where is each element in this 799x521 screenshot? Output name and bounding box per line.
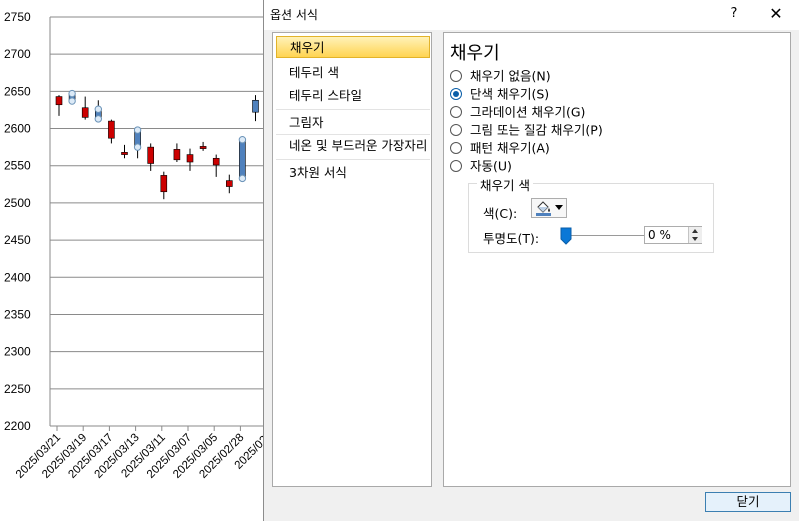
y-tick-label: 2450 — [4, 233, 31, 247]
y-tick-label: 2550 — [4, 159, 31, 173]
transparency-value: 0 % — [648, 228, 671, 242]
title-bar: 옵션 서식 ? ✕ — [264, 0, 799, 30]
transparency-input[interactable]: 0 % — [644, 226, 702, 244]
candle-body — [173, 149, 181, 161]
selection-handle — [133, 126, 142, 134]
selection-handle — [238, 136, 247, 144]
candle-body — [81, 107, 89, 118]
y-tick-label: 2650 — [4, 84, 31, 98]
radio-no-fill[interactable]: 채우기 없음(N) — [450, 67, 551, 85]
fill-color-group: 채우기 색 색(C): 투명도(T): 0 % — [468, 175, 714, 253]
candle-body — [212, 157, 220, 166]
radio-gradient-fill[interactable]: 그라데이션 채우기(G) — [450, 103, 585, 121]
selection-handle — [94, 105, 103, 113]
y-tick-label: 2350 — [4, 307, 31, 321]
radio-button[interactable] — [450, 69, 462, 82]
y-tick-label: 2300 — [4, 345, 31, 359]
y-tick-label: 2200 — [4, 419, 31, 433]
nav-item-border-color[interactable]: 테두리 색 — [276, 62, 430, 84]
selection-handle — [94, 115, 103, 123]
y-tick-label: 2500 — [4, 196, 31, 210]
radio-pattern-fill[interactable]: 패턴 채우기(A) — [450, 139, 550, 157]
candle-body — [252, 99, 259, 113]
candle-body — [199, 146, 207, 149]
y-tick-label: 2600 — [4, 122, 31, 136]
chevron-down-icon — [555, 205, 563, 210]
y-tick-label: 2700 — [4, 47, 31, 61]
y-tick-label: 2750 — [4, 10, 31, 24]
candle-body — [226, 180, 233, 187]
radio-automatic[interactable]: 자동(U) — [450, 157, 512, 175]
y-tick-label: 2400 — [4, 270, 31, 284]
radio-label: 그림 또는 질감 채우기(P) — [470, 122, 603, 138]
candle-body — [55, 96, 63, 106]
candle-body — [147, 146, 154, 164]
candlestick-chart: 2750 2700 2650 2600 2550 2500 2450 2400 2350 2300… — [4, 10, 270, 481]
radio-label: 단색 채우기(S) — [470, 86, 550, 102]
spin-down-icon[interactable] — [689, 235, 702, 243]
group-title: 채우기 색 — [477, 175, 533, 194]
candle-body — [108, 120, 115, 139]
nav-item-3d-format[interactable]: 3차원 서식 — [276, 162, 430, 184]
candle-body — [239, 139, 246, 179]
close-button[interactable]: 닫기 — [705, 492, 791, 512]
radio-button[interactable] — [450, 123, 462, 136]
selection-handle — [68, 97, 76, 105]
selection-handle — [238, 174, 247, 183]
radio-button[interactable] — [450, 141, 462, 154]
radio-label: 채우기 없음(N) — [470, 68, 551, 84]
radio-button[interactable] — [450, 159, 462, 172]
dialog-title: 옵션 서식 — [270, 8, 318, 22]
fill-settings-panel: 채우기 채우기 없음(N) 단색 채우기(S) 그라데이션 채우기(G) 그림 … — [443, 32, 791, 487]
radio-button[interactable] — [450, 105, 462, 118]
color-label: 색(C): — [483, 206, 518, 221]
transparency-label: 투명도(T): — [483, 231, 540, 246]
category-nav: 채우기 테두리 색 테두리 스타일 그림자 네온 및 부드러운 가장자리 3차원… — [272, 32, 432, 487]
radio-picture-texture-fill[interactable]: 그림 또는 질감 채우기(P) — [450, 121, 603, 139]
candle-body — [121, 152, 128, 155]
nav-item-shadow[interactable]: 그림자 — [276, 112, 430, 134]
paint-bucket-icon — [536, 201, 551, 216]
nav-divider — [276, 159, 430, 160]
chart-area: 2750 2700 2650 2600 2550 2500 2450 2400 2350 2300… — [0, 0, 270, 521]
radio-label: 자동(U) — [470, 158, 512, 174]
y-tick-label: 2250 — [4, 382, 31, 396]
close-icon[interactable]: ✕ — [764, 4, 788, 24]
spin-up-icon[interactable] — [689, 227, 702, 235]
color-picker-button[interactable] — [531, 198, 567, 218]
radio-label: 그라데이션 채우기(G) — [470, 104, 586, 120]
candle-body — [186, 154, 194, 163]
nav-divider — [276, 109, 430, 110]
transparency-slider-thumb[interactable] — [560, 227, 572, 245]
nav-item-fill[interactable]: 채우기 — [276, 36, 430, 58]
radio-button-checked[interactable] — [450, 87, 462, 100]
format-options-dialog: 옵션 서식 ? ✕ 채우기 테두리 색 테두리 스타일 그림자 네온 및 부드러… — [263, 0, 799, 521]
radio-label: 패턴 채우기(A) — [470, 140, 550, 156]
panel-title: 채우기 — [450, 43, 500, 64]
selection-handle — [133, 143, 142, 151]
help-button[interactable]: ? — [724, 4, 744, 24]
nav-item-border-style[interactable]: 테두리 스타일 — [276, 85, 430, 107]
candle-body — [160, 175, 168, 193]
transparency-spinner[interactable] — [688, 227, 702, 243]
nav-item-glow-soft-edges[interactable]: 네온 및 부드러운 가장자리 — [276, 135, 430, 157]
selection-handle — [68, 89, 76, 98]
radio-solid-fill[interactable]: 단색 채우기(S) — [450, 85, 549, 103]
